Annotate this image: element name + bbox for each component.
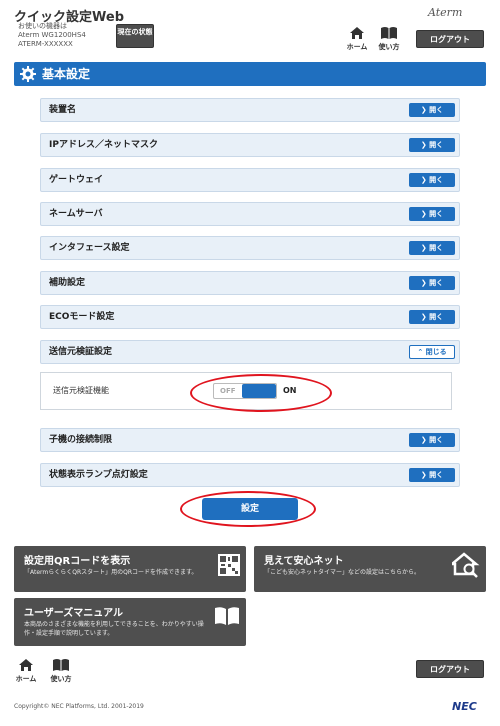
book-icon	[53, 659, 69, 671]
row-name-server: ネームサーバ ❯ 開く	[40, 202, 460, 226]
current-status-button[interactable]: 現在の状態	[116, 24, 154, 48]
qr-code-icon	[218, 554, 240, 576]
section-title: 基本設定	[42, 67, 91, 81]
row-label: ECOモード設定	[49, 312, 115, 322]
highlight-oval	[180, 491, 316, 527]
open-button[interactable]: ❯ 開く	[409, 103, 455, 117]
open-button[interactable]: ❯ 開く	[409, 433, 455, 447]
chevron-down-icon: ❯	[420, 141, 430, 149]
open-button[interactable]: ❯ 開く	[409, 468, 455, 482]
chevron-down-icon: ❯	[420, 210, 430, 218]
device-info: お使いの機器は Aterm WG1200HS4 ATERM-XXXXXX	[18, 22, 86, 49]
open-button[interactable]: ❯ 開く	[409, 310, 455, 324]
home-search-icon	[452, 552, 480, 578]
device-label: お使いの機器は	[18, 22, 67, 30]
row-source-verify: 送信元検証設定 ⌃ 閉じる	[40, 340, 460, 364]
manual-label: 使い方	[378, 43, 400, 51]
device-model: Aterm WG1200HS4	[18, 31, 86, 39]
home-label: ホーム	[15, 675, 37, 683]
chevron-down-icon: ❯	[420, 106, 430, 114]
qr-code-card[interactable]: 設定用QRコードを表示 「AtermらくらくQRスタート」用のQRコードを作成で…	[14, 546, 246, 592]
row-label: ゲートウェイ	[49, 175, 104, 185]
source-verify-label: 送信元検証機能	[53, 386, 109, 395]
safe-net-card[interactable]: 見えて安心ネット 「こども安心ネットタイマー」などの設定はこちらから。	[254, 546, 486, 592]
home-icon	[350, 27, 364, 39]
chevron-up-icon: ⌃	[417, 348, 426, 356]
footer-logout-button[interactable]: ログアウト	[416, 660, 484, 678]
row-label: ネームサーバ	[49, 209, 103, 219]
copyright: Copyright© NEC Platforms, Ltd. 2001-2019	[14, 703, 144, 710]
row-connection-limit: 子機の接続制限 ❯ 開く	[40, 428, 460, 452]
gear-icon	[20, 66, 36, 82]
highlight-oval	[190, 374, 332, 412]
card-title: ユーザーズマニュアル	[24, 608, 123, 619]
nec-logo: NEC	[452, 700, 477, 713]
open-button[interactable]: ❯ 開く	[409, 173, 455, 187]
open-button[interactable]: ❯ 開く	[409, 276, 455, 290]
user-manual-card[interactable]: ユーザーズマニュアル 本商品のさまざまな機能を利用してできることを、わかりやすい…	[14, 598, 246, 646]
footer-manual-nav[interactable]: 使い方	[48, 658, 74, 684]
book-icon	[215, 607, 239, 625]
row-ip-netmask: IPアドレス／ネットマスク ❯ 開く	[40, 133, 460, 157]
aterm-logo: Aterm	[428, 6, 463, 19]
footer-home-nav[interactable]: ホーム	[14, 658, 38, 684]
row-label: 子機の接続制限	[49, 435, 113, 445]
row-interface: インタフェース設定 ❯ 開く	[40, 236, 460, 260]
row-label: 状態表示ランプ点灯設定	[49, 470, 148, 480]
open-button[interactable]: ❯ 開く	[409, 138, 455, 152]
manual-nav[interactable]: 使い方	[376, 26, 402, 52]
row-label: IPアドレス／ネットマスク	[49, 140, 158, 150]
chevron-down-icon: ❯	[420, 436, 430, 444]
card-desc: 「AtermらくらくQRスタート」用のQRコードを作成できます。	[24, 569, 198, 576]
chevron-down-icon: ❯	[420, 176, 430, 184]
card-desc: 本商品のさまざまな機能を利用してできることを、わかりやすい操作・設定手順で説明し…	[24, 621, 204, 637]
book-icon	[381, 27, 397, 39]
row-status-lamp: 状態表示ランプ点灯設定 ❯ 開く	[40, 463, 460, 487]
row-label: 送信元検証設定	[49, 347, 113, 357]
home-nav[interactable]: ホーム	[345, 26, 369, 52]
row-device-name: 装置名 ❯ 開く	[40, 98, 460, 122]
section-title-bar: 基本設定	[14, 62, 486, 86]
close-button[interactable]: ⌃ 閉じる	[409, 345, 455, 359]
device-ssid: ATERM-XXXXXX	[18, 40, 73, 48]
row-label: インタフェース設定	[49, 243, 130, 253]
chevron-down-icon: ❯	[420, 244, 430, 252]
card-title: 見えて安心ネット	[264, 556, 344, 567]
chevron-down-icon: ❯	[420, 313, 430, 321]
home-label: ホーム	[346, 43, 368, 51]
row-auxiliary: 補助設定 ❯ 開く	[40, 271, 460, 295]
manual-label: 使い方	[50, 675, 72, 683]
row-eco-mode: ECOモード設定 ❯ 開く	[40, 305, 460, 329]
chevron-down-icon: ❯	[420, 279, 430, 287]
logout-button[interactable]: ログアウト	[416, 30, 484, 48]
row-label: 装置名	[49, 105, 77, 115]
row-gateway: ゲートウェイ ❯ 開く	[40, 168, 460, 192]
home-icon	[19, 659, 33, 671]
card-title: 設定用QRコードを表示	[24, 556, 131, 567]
row-label: 補助設定	[49, 278, 86, 288]
chevron-down-icon: ❯	[420, 471, 430, 479]
open-button[interactable]: ❯ 開く	[409, 241, 455, 255]
open-button[interactable]: ❯ 開く	[409, 207, 455, 221]
card-desc: 「こども安心ネットタイマー」などの設定はこちらから。	[264, 569, 421, 576]
